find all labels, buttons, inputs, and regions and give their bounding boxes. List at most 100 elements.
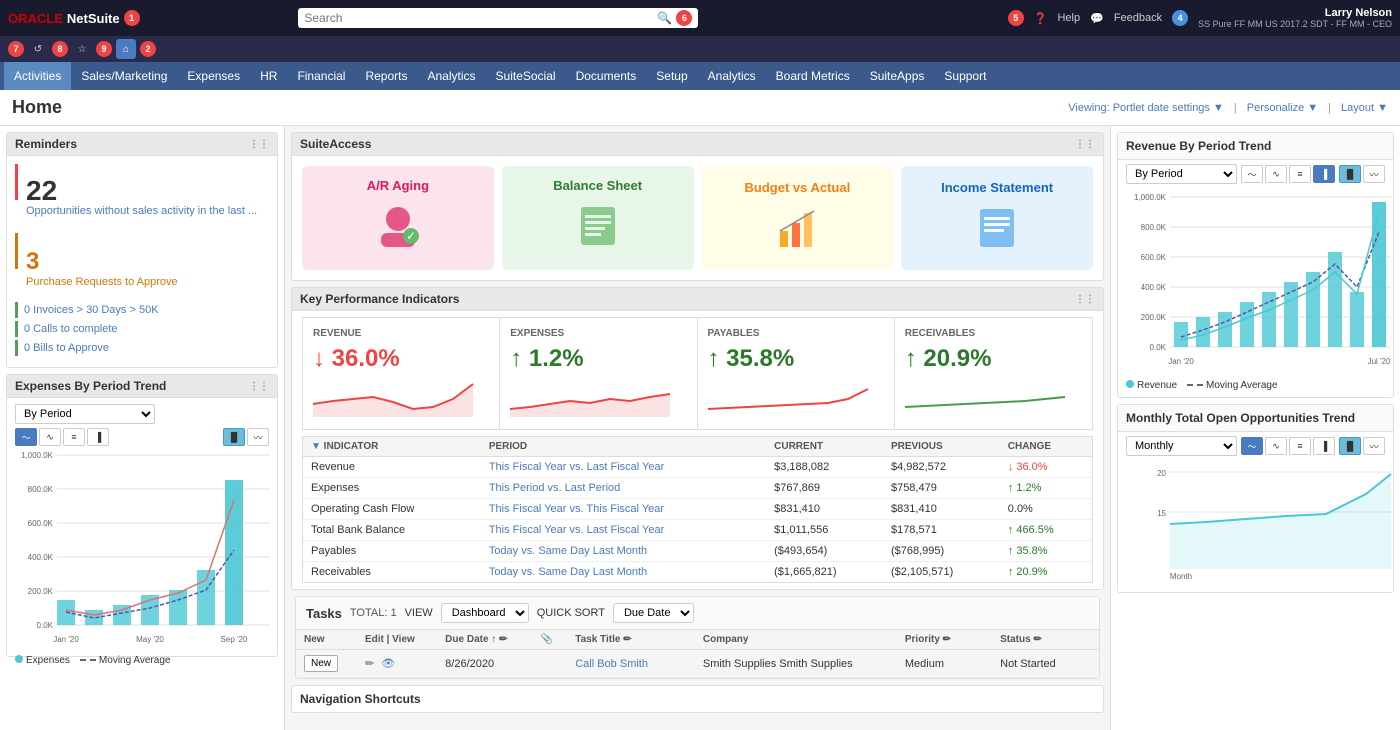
- help-icon[interactable]: ❓: [1034, 12, 1048, 25]
- opportunities-line-btn[interactable]: 〜: [1241, 437, 1263, 455]
- help-link[interactable]: Help: [1057, 12, 1080, 24]
- tasks-view-icon[interactable]: 👁: [381, 658, 395, 670]
- expenses-table-btn[interactable]: ≡: [63, 428, 85, 446]
- nav-item-documents[interactable]: Documents: [566, 62, 647, 90]
- kpi-cell-revenue-indicator: Revenue: [303, 457, 481, 478]
- reminder-link-1[interactable]: 0 Invoices > 30 Days > 50K: [15, 302, 269, 318]
- tasks-cell-attach: [533, 650, 568, 678]
- tasks-date-edit-icon[interactable]: ✏: [499, 634, 507, 645]
- header-controls: Viewing: Portlet date settings ▼ | Perso…: [1068, 102, 1388, 114]
- kpi-card-receivables: RECEIVABLES ↑ 20.9%: [895, 318, 1092, 429]
- kpi-cell-receivables-previous: ($2,105,571): [883, 562, 1000, 583]
- tasks-cell-title[interactable]: Call Bob Smith: [567, 650, 675, 678]
- suite-card-ar-aging[interactable]: A/R Aging ✓: [302, 166, 494, 270]
- nav-item-activities[interactable]: Activities: [4, 62, 71, 90]
- kpi-cell-bank-previous: $178,571: [883, 520, 1000, 541]
- nav-item-expenses[interactable]: Expenses: [177, 62, 250, 90]
- expenses-drag[interactable]: ⋮⋮: [249, 381, 269, 392]
- tasks-title-edit-icon[interactable]: ✏: [623, 634, 631, 645]
- suite-access-section: SuiteAccess ⋮⋮ A/R Aging ✓ Balance Sheet: [291, 132, 1104, 281]
- home-icon-btn[interactable]: ⌂: [116, 39, 136, 59]
- tasks-col-edit-view: Edit | View: [357, 630, 437, 650]
- opportunities-bar-btn[interactable]: ▐: [1313, 437, 1335, 455]
- nav-item-analytics2[interactable]: Analytics: [698, 62, 766, 90]
- tasks-edit-icon[interactable]: ✏: [365, 658, 374, 670]
- search-icon[interactable]: 🔍: [657, 11, 672, 25]
- tasks-status-edit-icon[interactable]: ✏: [1033, 634, 1041, 645]
- svg-text:200.0K: 200.0K: [1141, 313, 1167, 322]
- suite-card-income-stmt[interactable]: Income Statement: [901, 166, 1093, 270]
- reminders-drag[interactable]: ⋮⋮: [249, 139, 269, 150]
- tasks-cell-new: New: [296, 650, 357, 678]
- kpi-cell-cashflow-period[interactable]: This Fiscal Year vs. This Fiscal Year: [481, 499, 766, 520]
- nav-item-support[interactable]: Support: [934, 62, 996, 90]
- favorites-icon-btn[interactable]: ☆: [72, 39, 92, 59]
- reminder-link-2[interactable]: 0 Calls to complete: [15, 321, 269, 337]
- opportunities-multi-btn[interactable]: 〰: [1363, 437, 1385, 455]
- nav-item-setup[interactable]: Setup: [646, 62, 697, 90]
- suite-access-drag[interactable]: ⋮⋮: [1075, 139, 1095, 150]
- kpi-cell-revenue-current: $3,188,082: [766, 457, 883, 478]
- kpi-cell-revenue-period[interactable]: This Fiscal Year vs. Last Fiscal Year: [481, 457, 766, 478]
- revenue-table-btn[interactable]: ≡: [1289, 165, 1311, 183]
- kpi-cell-receivables-period[interactable]: Today vs. Same Day Last Month: [481, 562, 766, 583]
- svg-text:1,000.0K: 1,000.0K: [1134, 193, 1167, 202]
- nav-item-sales[interactable]: Sales/Marketing: [71, 62, 177, 90]
- nav-item-suiteapps[interactable]: SuiteApps: [860, 62, 935, 90]
- kpi-cell-cashflow-previous: $831,410: [883, 499, 1000, 520]
- kpi-cell-cashflow-change: 0.0%: [1000, 499, 1092, 520]
- tasks-priority-edit-icon[interactable]: ✏: [943, 634, 951, 645]
- kpi-cell-payables-indicator: Payables: [303, 541, 481, 562]
- feedback-link[interactable]: Feedback: [1114, 12, 1162, 24]
- feedback-icon[interactable]: 💬: [1090, 12, 1104, 25]
- nav-item-reports[interactable]: Reports: [355, 62, 417, 90]
- nav-item-suitesocial[interactable]: SuiteSocial: [486, 62, 566, 90]
- reminder-desc-1[interactable]: Opportunities without sales activity in …: [26, 205, 257, 217]
- opportunities-wave-btn[interactable]: ∿: [1265, 437, 1287, 455]
- tasks-new-btn[interactable]: New: [304, 655, 338, 672]
- svg-text:800.0K: 800.0K: [1141, 223, 1167, 232]
- opportunities-table-btn[interactable]: ≡: [1289, 437, 1311, 455]
- suite-card-balance-sheet[interactable]: Balance Sheet: [502, 166, 694, 270]
- expenses-multi-btn[interactable]: 〰: [247, 428, 269, 446]
- suite-card-income-label: Income Statement: [941, 180, 1053, 195]
- opportunities-chart-title: Monthly Total Open Opportunities Trend: [1126, 411, 1355, 425]
- kpi-filter-icon[interactable]: ▼: [311, 441, 321, 452]
- expenses-wave-btn[interactable]: ∿: [39, 428, 61, 446]
- opportunities-period-select[interactable]: Monthly By Period: [1126, 436, 1237, 456]
- expenses-line-chart-btn[interactable]: 〜: [15, 428, 37, 446]
- search-input[interactable]: [304, 11, 657, 25]
- nav-item-analytics[interactable]: Analytics: [418, 62, 486, 90]
- nav-item-hr[interactable]: HR: [250, 62, 287, 90]
- expenses-period-select[interactable]: By Period By Month By Quarter: [15, 404, 155, 424]
- portlet-date-settings[interactable]: Viewing: Portlet date settings ▼: [1068, 102, 1224, 114]
- revenue-multi-btn[interactable]: 〰: [1363, 165, 1385, 183]
- recent-icon-btn[interactable]: ↺: [28, 39, 48, 59]
- tasks-view-select[interactable]: Dashboard All Tasks: [441, 603, 529, 623]
- kpi-cell-bank-period[interactable]: This Fiscal Year vs. Last Fiscal Year: [481, 520, 766, 541]
- expenses-bar-btn[interactable]: ▐: [87, 428, 109, 446]
- revenue-wave-btn[interactable]: ∿: [1265, 165, 1287, 183]
- reminder-count-2: 3: [26, 248, 178, 276]
- revenue-line-btn[interactable]: 〜: [1241, 165, 1263, 183]
- reminder-desc-2[interactable]: Purchase Requests to Approve: [26, 276, 178, 288]
- revenue-bar-btn[interactable]: ▐: [1313, 165, 1335, 183]
- svg-text:Sep '20: Sep '20: [221, 635, 248, 644]
- layout-btn[interactable]: Layout ▼: [1341, 102, 1388, 114]
- tasks-sort-select[interactable]: Due Date Priority: [613, 603, 694, 623]
- reminder-link-3[interactable]: 0 Bills to Approve: [15, 340, 269, 356]
- kpi-cell-expenses-period[interactable]: This Period vs. Last Period: [481, 478, 766, 499]
- personalize-btn[interactable]: Personalize ▼: [1247, 102, 1318, 114]
- revenue-period-select[interactable]: By Period Monthly: [1126, 164, 1237, 184]
- expenses-area-btn[interactable]: ▐▌: [223, 428, 245, 446]
- opportunities-area2-btn[interactable]: ▐▌: [1339, 437, 1361, 455]
- suite-card-budget[interactable]: Budget vs Actual: [702, 166, 894, 270]
- kpi-cell-payables-period[interactable]: Today vs. Same Day Last Month: [481, 541, 766, 562]
- kpi-drag[interactable]: ⋮⋮: [1075, 294, 1095, 305]
- nav-item-financial[interactable]: Financial: [287, 62, 355, 90]
- revenue-area2-btn[interactable]: ▐▌: [1339, 165, 1361, 183]
- kpi-col-period: PERIOD: [481, 437, 766, 457]
- tasks-row: New ✏ 👁 8/26/2020 Call Bob Smith Smith S…: [296, 650, 1099, 678]
- nav-item-board-metrics[interactable]: Board Metrics: [766, 62, 860, 90]
- kpi-payables-label: PAYABLES: [708, 328, 884, 339]
